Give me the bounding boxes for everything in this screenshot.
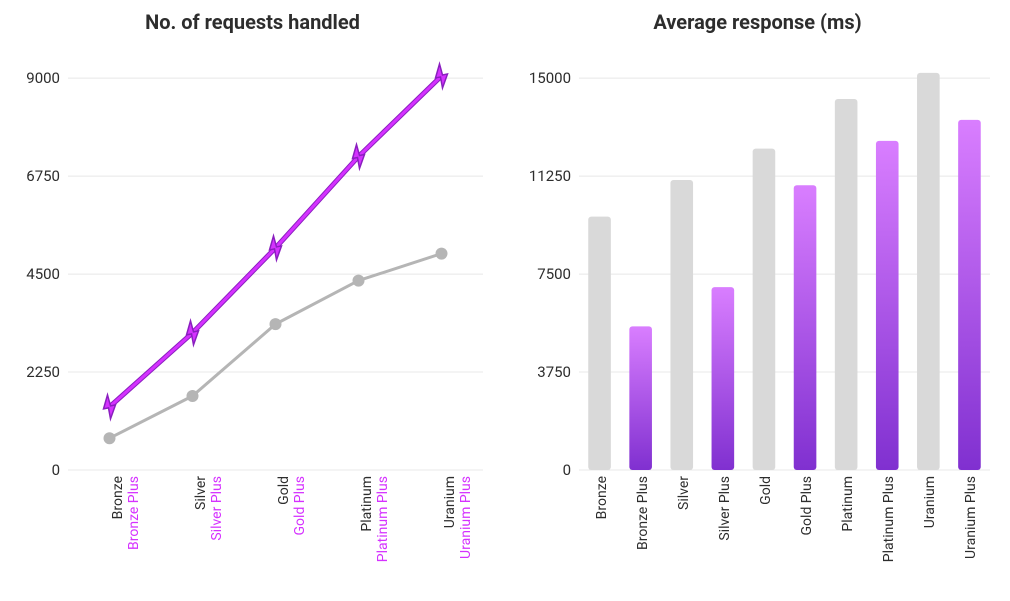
- y-tick-label: 4500: [26, 265, 60, 283]
- bar-base: [835, 99, 858, 470]
- bar-plus: [712, 287, 735, 470]
- bar-chart-svg: 0 3750 7500 11250 15000: [517, 46, 998, 476]
- x-tick-label: Platinum Plus: [881, 476, 897, 562]
- bar-base: [917, 73, 940, 470]
- line-point-base: [353, 275, 365, 287]
- x-tick-label-plus: Bronze Plus: [126, 476, 142, 550]
- x-tick-label-plus: Platinum Plus: [375, 476, 391, 562]
- line-x-category: PlatinumPlatinum Plus: [359, 476, 391, 562]
- bar-chart-title: Average response (ms): [517, 10, 998, 34]
- x-tick-label: Gold: [276, 476, 292, 505]
- bolt-icon: [353, 145, 365, 169]
- x-tick-label: Platinum: [359, 476, 375, 532]
- x-tick-label-plus: Silver Plus: [209, 476, 225, 541]
- x-tick-label: Bronze Plus: [635, 476, 651, 550]
- y-tick-label: 3750: [537, 363, 571, 381]
- x-tick-label: Silver Plus: [717, 476, 733, 541]
- bar-base: [588, 217, 611, 470]
- line-point-base: [104, 432, 116, 444]
- bar-plus: [958, 120, 981, 470]
- x-tick-label-plus: Gold Plus: [292, 476, 308, 535]
- line-x-category: SilverSilver Plus: [193, 476, 225, 541]
- line-x-category: GoldGold Plus: [276, 476, 308, 535]
- y-tick-label: 11250: [529, 167, 571, 185]
- bar-chart-xlabels: Bronze Bronze Plus Silver Silver Plus Gold Go…: [517, 476, 998, 596]
- y-tick-label: 9000: [26, 69, 60, 87]
- x-tick-label-plus: Uranium Plus: [458, 476, 474, 559]
- bar-plus: [629, 326, 652, 470]
- bar-base: [753, 149, 776, 470]
- line-chart-xlabels: BronzeBronze Plus SilverSilver Plus GoldGo…: [12, 476, 493, 596]
- line-point-base: [187, 390, 199, 402]
- y-tick-label: 0: [52, 461, 60, 476]
- line-chart-svg: 0 2250 4500 6750 9000: [12, 46, 493, 476]
- x-tick-label: Gold: [758, 476, 774, 505]
- y-tick-label: 15000: [529, 69, 571, 87]
- x-tick-label: Silver: [676, 476, 692, 510]
- line-x-category: BronzeBronze Plus: [110, 476, 142, 550]
- line-chart-title: No. of requests handled: [12, 10, 493, 34]
- bolt-icon: [436, 64, 448, 88]
- x-tick-label: Uranium: [442, 476, 458, 528]
- y-tick-label: 0: [563, 461, 571, 476]
- y-tick-label: 6750: [26, 167, 60, 185]
- x-tick-label: Uranium Plus: [963, 476, 979, 559]
- line-x-category: UraniumUranium Plus: [442, 476, 474, 559]
- bolt-icon: [270, 236, 282, 260]
- bolt-icon: [104, 395, 116, 419]
- line-chart-plot: 0 2250 4500 6750 9000: [12, 46, 493, 476]
- y-tick-label: 7500: [537, 265, 571, 283]
- line-point-base: [270, 318, 282, 330]
- line-series-base: [110, 254, 442, 439]
- y-tick-label: 2250: [26, 363, 60, 381]
- bar-plus: [794, 185, 817, 470]
- x-tick-label: Bronze: [594, 476, 610, 519]
- x-tick-label: Platinum: [840, 476, 856, 532]
- bar-base: [670, 180, 693, 470]
- bolt-icon: [187, 321, 199, 345]
- x-tick-label: Gold Plus: [799, 476, 815, 535]
- charts-container: No. of requests handled 0 2250 4500 6750 900…: [0, 0, 1010, 601]
- x-tick-label: Bronze: [110, 476, 126, 519]
- bar-plus: [876, 141, 899, 470]
- x-tick-label: Uranium: [922, 476, 938, 528]
- x-tick-label: Silver: [193, 476, 209, 510]
- line-chart-panel: No. of requests handled 0 2250 4500 6750 900…: [0, 0, 505, 601]
- bar-chart-panel: Average response (ms) 0 3750 7500 11250 1500…: [505, 0, 1010, 601]
- bar-chart-plot: 0 3750 7500 11250 15000: [517, 46, 998, 476]
- line-point-base: [436, 248, 448, 260]
